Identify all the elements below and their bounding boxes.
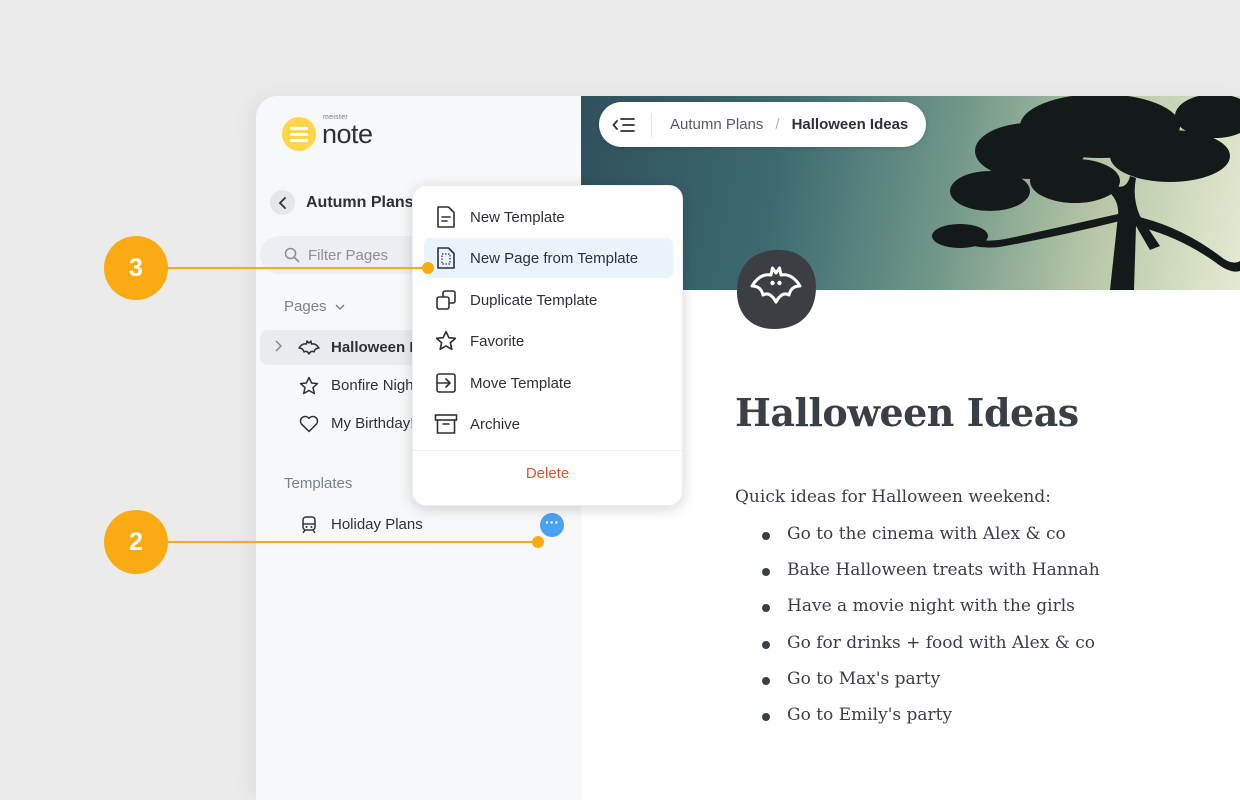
step-3-callout-dot (422, 262, 434, 274)
app-window: meister note Autumn Plans Filter Pages P… (256, 96, 1240, 800)
menu-item-label: New Template (470, 208, 565, 226)
collapse-menu-icon (612, 117, 635, 132)
menu-item-new-page-from-template[interactable]: New Page from Template (424, 238, 673, 278)
breadcrumb-parent-link[interactable]: Autumn Plans (670, 116, 763, 133)
breadcrumb-separator: / (775, 116, 780, 133)
star-icon (298, 375, 320, 397)
step-2-callout-dot (532, 536, 544, 548)
list-item[interactable]: Go to the cinema with Alex & co (762, 524, 1100, 560)
project-header: Autumn Plans (270, 190, 414, 215)
menu-item-label: New Page from Template (470, 249, 639, 267)
breadcrumb-divider (651, 112, 652, 137)
menu-item-delete[interactable]: Delete (413, 465, 682, 482)
templates-section-label: Templates (284, 475, 353, 492)
list-item[interactable]: Go to Emily's party (762, 705, 1100, 741)
train-icon (298, 514, 320, 536)
logo-text: meister note (322, 114, 373, 150)
menu-item-label: Archive (470, 415, 521, 433)
logo-mark-icon (282, 117, 316, 151)
step-3-badge: 3 (104, 236, 168, 300)
menu-divider (413, 450, 682, 451)
archive-icon (434, 412, 458, 436)
template-page-icon (434, 246, 458, 270)
pages-section-label: Pages (284, 298, 327, 315)
breadcrumb-current: Halloween Ideas (791, 116, 909, 133)
menu-item-favorite[interactable]: Favorite (424, 321, 673, 361)
sidebar-item-label: Bonfire Nigh (331, 377, 414, 394)
back-button[interactable] (270, 190, 295, 215)
toggle-sidebar-button[interactable] (611, 112, 637, 138)
expand-chevron-icon[interactable] (274, 340, 283, 355)
list-item[interactable]: Bake Halloween treats with Hannah (762, 560, 1100, 596)
sidebar-item-label: Halloween I (331, 339, 414, 356)
project-title: Autumn Plans (306, 193, 414, 211)
search-icon (284, 247, 300, 263)
sidebar-item-label: My Birthday! (331, 415, 415, 432)
bat-icon (298, 337, 320, 359)
menu-item-label: Favorite (470, 332, 525, 350)
filter-placeholder: Filter Pages (308, 246, 389, 264)
step-2-callout-line (136, 541, 538, 543)
menu-item-new-template[interactable]: New Template (424, 197, 673, 237)
step-2-badge: 2 (104, 510, 168, 574)
list-item[interactable]: Go to Max's party (762, 669, 1100, 705)
menu-item-label: Duplicate Template (470, 291, 598, 309)
menu-item-move-template[interactable]: Move Template (424, 363, 673, 403)
heart-icon (298, 413, 320, 435)
ideas-list: Go to the cinema with Alex & co Bake Hal… (762, 524, 1100, 741)
sidebar-item-holiday-plans[interactable]: Holiday Plans ··· (260, 507, 576, 542)
pages-section-toggle[interactable]: Pages (284, 298, 345, 315)
meisternote-logo[interactable]: meister note (282, 114, 373, 154)
logo-small-text: meister (323, 113, 349, 121)
page-intro-text[interactable]: Quick ideas for Halloween weekend: (735, 487, 1051, 507)
breadcrumb: Autumn Plans / Halloween Ideas (599, 102, 927, 147)
more-options-button[interactable]: ··· (540, 512, 564, 537)
list-item[interactable]: Go for drinks + food with Alex & co (762, 633, 1100, 669)
move-icon (434, 371, 458, 395)
duplicate-icon (434, 288, 458, 312)
bat-page-icon[interactable] (734, 247, 818, 331)
document-icon (434, 205, 458, 229)
chevron-down-icon (335, 304, 345, 310)
list-item[interactable]: Have a movie night with the girls (762, 596, 1100, 632)
star-icon (434, 329, 458, 353)
chevron-left-icon (278, 196, 286, 209)
menu-item-duplicate-template[interactable]: Duplicate Template (424, 280, 673, 320)
logo-wordmark: note (322, 118, 373, 149)
menu-item-label: Move Template (470, 374, 572, 392)
sidebar-item-label: Holiday Plans (331, 516, 423, 533)
menu-item-archive[interactable]: Archive (424, 404, 673, 444)
template-context-menu: New Template New Page from Template Dupl… (412, 185, 683, 506)
step-3-callout-line (136, 267, 430, 269)
page-title[interactable]: Halloween Ideas (735, 390, 1079, 435)
